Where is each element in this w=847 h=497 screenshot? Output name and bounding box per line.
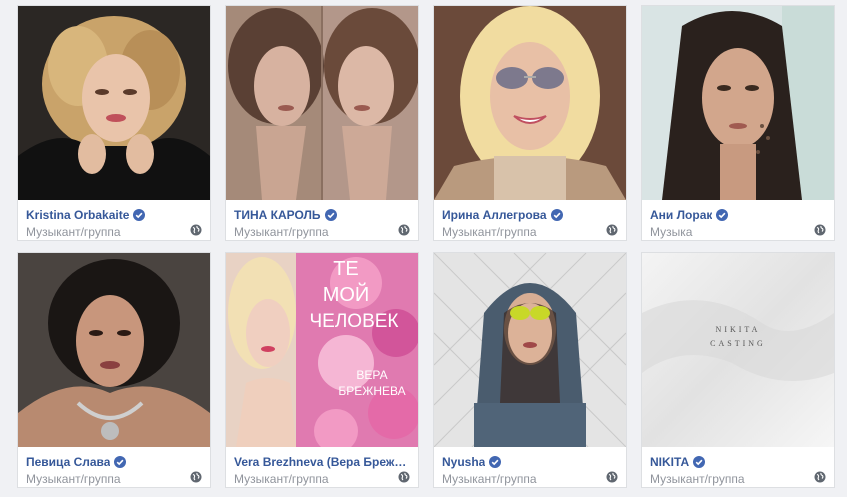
page-thumbnail[interactable]: NIKITA CASTING (642, 253, 834, 447)
poster-subtitle: CASTING (710, 339, 766, 348)
page-thumbnail[interactable] (226, 6, 418, 200)
page-name[interactable]: Nyusha (442, 455, 485, 469)
page-thumbnail[interactable] (18, 6, 210, 200)
page-thumbnail[interactable] (434, 6, 626, 200)
globe-icon[interactable] (814, 224, 826, 236)
page-category: Музыкант/группа (442, 472, 537, 486)
page-category: Музыкант/группа (26, 225, 121, 239)
portrait-image (434, 6, 626, 200)
page-card[interactable]: NIKITA CASTING NIKITA Музыкант/группа (641, 252, 835, 488)
portrait-image (226, 6, 418, 200)
poster-title: NIKITA (716, 325, 761, 334)
globe-icon[interactable] (398, 224, 410, 236)
page-card[interactable]: ТИНА КАРОЛЬ Музыкант/группа (225, 5, 419, 241)
verified-badge-icon (550, 209, 563, 221)
page-card[interactable]: ТЕ МОЙ ЧЕЛОВЕК ВЕРА БРЕЖНЕВА Vera Brezhn… (225, 252, 419, 488)
portrait-image (642, 6, 834, 200)
page-card[interactable]: Kristina Orbakaite Музыкант/группа (17, 5, 211, 241)
cover-title-line: МОЙ (323, 282, 370, 306)
page-name-link[interactable]: Kristina Orbakaite (26, 208, 202, 222)
page-category: Музыкант/группа (26, 472, 121, 486)
globe-icon[interactable] (606, 224, 618, 236)
page-thumbnail[interactable] (642, 6, 834, 200)
page-name-link[interactable]: NIKITA (650, 455, 826, 469)
page-name[interactable]: NIKITA (650, 455, 689, 469)
page-card[interactable]: Ирина Аллегрова Музыкант/группа (433, 5, 627, 241)
globe-icon[interactable] (814, 471, 826, 483)
album-cover-image: ТЕ МОЙ ЧЕЛОВЕК ВЕРА БРЕЖНЕВА (226, 253, 418, 447)
page-name[interactable]: Певица Слава (26, 455, 110, 469)
casting-poster-image: NIKITA CASTING (642, 253, 834, 447)
page-card[interactable]: Певица Слава Музыкант/группа (17, 252, 211, 488)
verified-badge-icon (133, 209, 146, 221)
portrait-image (18, 6, 210, 200)
verified-badge-icon (114, 456, 127, 468)
page-thumbnail[interactable] (434, 253, 626, 447)
page-category: Музыкант/группа (234, 225, 329, 239)
globe-icon[interactable] (190, 471, 202, 483)
page-name-link[interactable]: Ани Лорак (650, 208, 826, 222)
verified-badge-icon (489, 456, 502, 468)
page-name-link[interactable]: Vera Brezhneva (Вера Брежнева) (234, 455, 410, 469)
page-name[interactable]: ТИНА КАРОЛЬ (234, 208, 321, 222)
page-name[interactable]: Kristina Orbakaite (26, 208, 129, 222)
globe-icon[interactable] (190, 224, 202, 236)
page-name-link[interactable]: ТИНА КАРОЛЬ (234, 208, 410, 222)
cover-artist-line: ВЕРА (356, 368, 387, 382)
page-name[interactable]: Ани Лорак (650, 208, 712, 222)
portrait-image (434, 253, 626, 447)
page-name-link[interactable]: Nyusha (442, 455, 618, 469)
page-name-link[interactable]: Ирина Аллегрова (442, 208, 618, 222)
page-category: Музыкант/группа (650, 472, 745, 486)
page-name-link[interactable]: Певица Слава (26, 455, 202, 469)
cover-artist-line: БРЕЖНЕВА (338, 384, 405, 398)
globe-icon[interactable] (606, 471, 618, 483)
verified-badge-icon (693, 456, 706, 468)
verified-badge-icon (716, 209, 729, 221)
page-name[interactable]: Vera Brezhneva (Вера Брежнева) (234, 455, 410, 469)
page-category: Музыка (650, 225, 693, 239)
page-card[interactable]: Nyusha Музыкант/группа (433, 252, 627, 488)
page-category: Музыкант/группа (234, 472, 329, 486)
verified-badge-icon (324, 209, 337, 221)
music-pages-grid: Kristina Orbakaite Музыкант/группа ТИНА … (0, 0, 847, 497)
page-category: Музыкант/группа (442, 225, 537, 239)
cover-title-line: ТЕ (333, 258, 359, 280)
page-card[interactable]: Ани Лорак Музыка (641, 5, 835, 241)
portrait-image (18, 253, 210, 447)
page-name[interactable]: Ирина Аллегрова (442, 208, 547, 222)
page-thumbnail[interactable]: ТЕ МОЙ ЧЕЛОВЕК ВЕРА БРЕЖНЕВА (226, 253, 418, 447)
globe-icon[interactable] (398, 471, 410, 483)
cover-title-line: ЧЕЛОВЕК (310, 311, 399, 332)
page-thumbnail[interactable] (18, 253, 210, 447)
